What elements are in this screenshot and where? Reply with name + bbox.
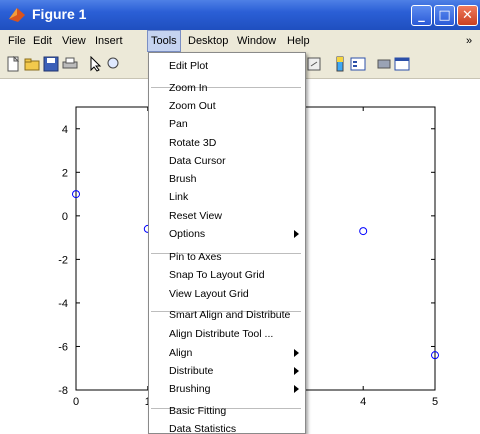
menu-item-label: Brushing: [169, 383, 211, 395]
menu-item-align[interactable]: Align: [149, 344, 305, 362]
menu-item-edit-plot[interactable]: Edit Plot: [149, 57, 305, 75]
menu-item-pin-to-axes[interactable]: Pin to Axes: [149, 248, 305, 266]
y-tick-label: -8: [58, 385, 68, 397]
menu-item-data-statistics[interactable]: Data Statistics: [149, 420, 305, 434]
menu-desktop[interactable]: Desktop: [188, 30, 228, 52]
y-tick-label: -4: [58, 298, 68, 310]
menu-item-zoom-out[interactable]: Zoom Out: [149, 97, 305, 115]
menu-item-view-layout-grid[interactable]: View Layout Grid: [149, 285, 305, 303]
menu-edit[interactable]: Edit: [33, 30, 52, 52]
menu-item-label: Basic Fitting: [169, 405, 227, 417]
menu-overflow-icon[interactable]: »: [466, 30, 472, 52]
submenu-arrow-icon: [294, 367, 299, 375]
menu-item-label: Pan: [169, 118, 188, 130]
menu-item-options[interactable]: Options: [149, 225, 305, 243]
menu-item-label: Edit Plot: [169, 60, 209, 72]
matlab-logo-icon: [9, 8, 25, 22]
colorbar-icon[interactable]: [332, 56, 348, 72]
y-tick-label: -6: [58, 341, 68, 353]
menu-item-align-distribute-tool[interactable]: Align Distribute Tool ...: [149, 325, 305, 343]
menu-item-brush[interactable]: Brush: [149, 170, 305, 188]
menu-item-label: Link: [169, 191, 189, 203]
menu-item-label: Zoom Out: [169, 100, 216, 112]
menu-item-basic-fitting[interactable]: Basic Fitting: [149, 402, 305, 420]
menu-item-smart-align-and-distribute[interactable]: Smart Align and Distribute: [149, 306, 305, 324]
menu-item-label: Zoom In: [169, 82, 208, 94]
menu-item-snap-to-layout-grid[interactable]: Snap To Layout Grid: [149, 266, 305, 284]
hide-plot-tools-icon[interactable]: [376, 56, 392, 72]
tools-dropdown-menu: Edit Plot Zoom In Zoom Out Pan Rotate 3D Data…: [148, 52, 306, 434]
menu-item-brushing[interactable]: Brushing: [149, 380, 305, 398]
x-tick-label: 0: [73, 396, 79, 408]
minimize-icon: _: [418, 8, 425, 23]
close-icon: ✕: [462, 8, 473, 23]
menu-item-label: Distribute: [169, 365, 214, 377]
open-file-icon[interactable]: [24, 56, 40, 72]
pointer-arrow-icon[interactable]: [87, 56, 103, 72]
menu-file[interactable]: File: [8, 30, 26, 52]
menu-item-label: Rotate 3D: [169, 137, 217, 149]
minimize-button[interactable]: _: [411, 5, 432, 26]
maximize-button[interactable]: □: [434, 5, 455, 26]
y-tick-label: 0: [62, 211, 68, 223]
menu-item-zoom-in[interactable]: Zoom In: [149, 79, 305, 97]
title-bar[interactable]: Figure 1 _ □ ✕: [0, 0, 480, 30]
zoom-icon[interactable]: [106, 56, 122, 72]
legend-icon[interactable]: [350, 56, 366, 72]
menu-window[interactable]: Window: [237, 30, 276, 52]
menu-item-reset-view[interactable]: Reset View: [149, 207, 305, 225]
link-icon[interactable]: [306, 56, 322, 72]
menu-item-link[interactable]: Link: [149, 188, 305, 206]
menu-item-pan[interactable]: Pan: [149, 115, 305, 133]
maximize-icon: □: [438, 8, 451, 23]
menu-insert[interactable]: Insert: [95, 30, 123, 52]
menu-bar: File Edit View Insert Tools Desktop Wind…: [0, 30, 480, 52]
menu-item-distribute[interactable]: Distribute: [149, 362, 305, 380]
menu-item-label: Data Cursor: [169, 155, 226, 167]
menu-item-label: Align Distribute Tool ...: [169, 328, 274, 340]
figure-window: Figure 1 _ □ ✕ File Edit View Insert Too…: [0, 0, 480, 434]
submenu-arrow-icon: [294, 230, 299, 238]
menu-view[interactable]: View: [62, 30, 86, 52]
menu-item-label: Reset View: [169, 210, 222, 222]
window-title: Figure 1: [32, 6, 87, 22]
menu-item-label: Snap To Layout Grid: [169, 269, 265, 281]
x-tick-label: 5: [432, 396, 438, 408]
submenu-arrow-icon: [294, 385, 299, 393]
new-figure-icon[interactable]: [5, 56, 21, 72]
menu-help[interactable]: Help: [287, 30, 310, 52]
menu-item-label: Align: [169, 347, 193, 359]
print-icon[interactable]: [62, 56, 78, 72]
y-tick-label: 4: [62, 124, 68, 136]
menu-item-label: View Layout Grid: [169, 288, 249, 300]
menu-item-label: Options: [169, 228, 206, 240]
menu-item-label: Brush: [169, 173, 197, 185]
x-tick-label: 4: [360, 396, 366, 408]
show-plot-tools-icon[interactable]: [394, 56, 410, 72]
menu-item-label: Smart Align and Distribute: [169, 309, 291, 321]
submenu-arrow-icon: [294, 349, 299, 357]
menu-item-rotate-3d[interactable]: Rotate 3D: [149, 134, 305, 152]
menu-item-label: Data Statistics: [169, 423, 237, 434]
menu-item-label: Pin to Axes: [169, 251, 222, 263]
y-tick-label: -2: [58, 254, 68, 266]
close-button[interactable]: ✕: [457, 5, 478, 26]
save-icon[interactable]: [43, 56, 59, 72]
y-tick-label: 2: [62, 167, 68, 179]
menu-item-data-cursor[interactable]: Data Cursor: [149, 152, 305, 170]
menu-tools[interactable]: Tools: [147, 30, 181, 52]
